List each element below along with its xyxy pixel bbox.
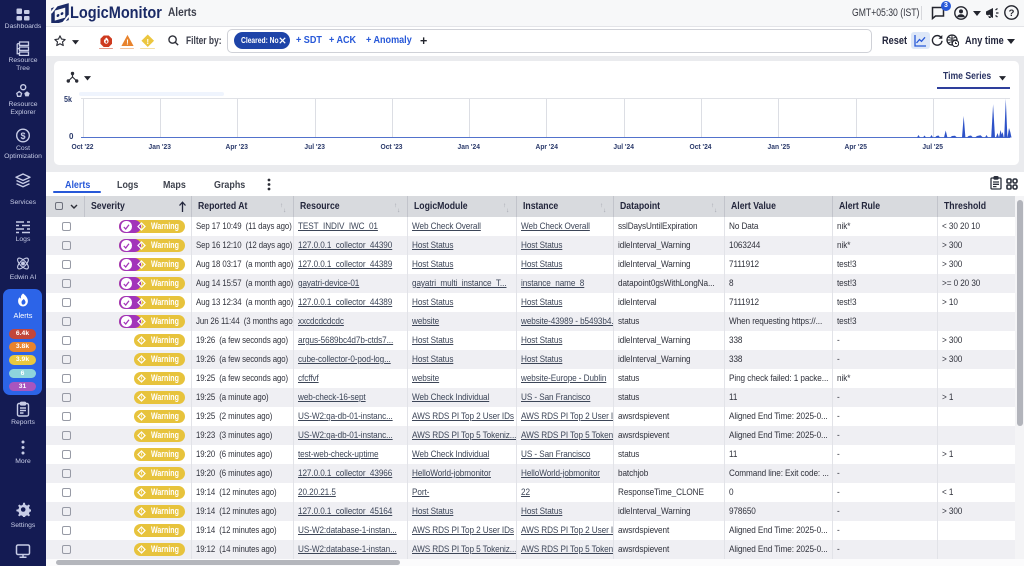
svg-text:!: ! <box>140 453 142 459</box>
svg-text:!: ! <box>126 37 128 46</box>
svg-text:!: ! <box>140 377 142 383</box>
svg-text:!: ! <box>140 339 142 345</box>
svg-text:!: ! <box>140 529 142 535</box>
svg-text:!: ! <box>140 415 142 421</box>
svg-text:!: ! <box>140 244 142 250</box>
svg-text:!: ! <box>140 472 142 478</box>
svg-text:!: ! <box>140 225 142 231</box>
svg-text:?: ? <box>1009 8 1015 19</box>
svg-text:!: ! <box>140 301 142 307</box>
svg-text:!: ! <box>140 358 142 364</box>
svg-text:!: ! <box>140 548 142 554</box>
svg-text:!: ! <box>140 396 142 402</box>
svg-text:$: $ <box>20 131 25 141</box>
svg-text:!: ! <box>140 434 142 440</box>
svg-text:!: ! <box>146 37 149 46</box>
svg-text:!: ! <box>140 491 142 497</box>
svg-text:!: ! <box>140 320 142 326</box>
svg-text:!: ! <box>140 282 142 288</box>
svg-text:!: ! <box>140 510 142 516</box>
svg-text:!: ! <box>140 263 142 269</box>
